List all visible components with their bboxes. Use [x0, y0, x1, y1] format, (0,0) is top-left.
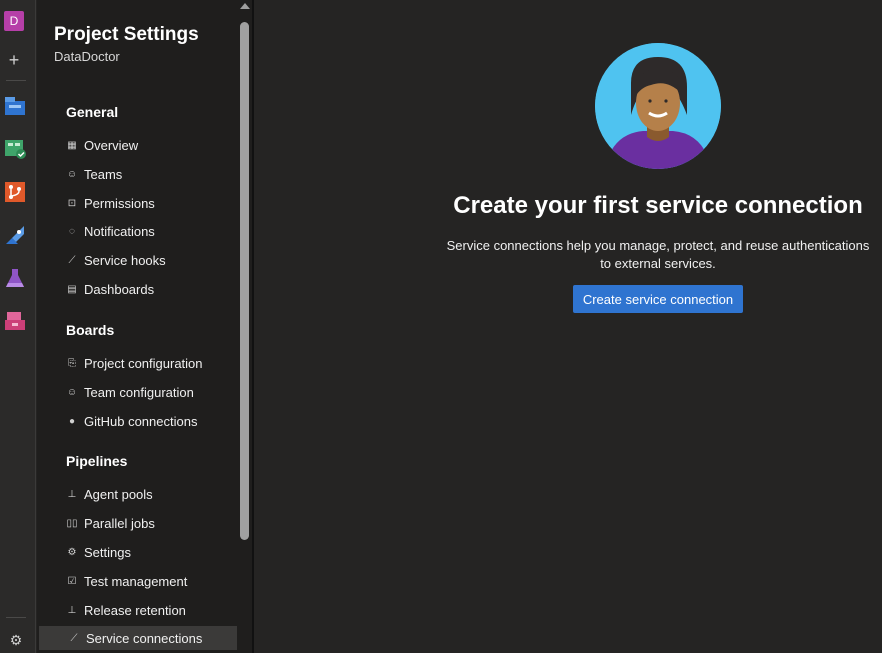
group-heading-general: General — [66, 104, 119, 120]
nav-item-teams[interactable]: ☺ Teams — [37, 162, 237, 186]
org-avatar[interactable]: D — [4, 11, 24, 31]
nav-item-service-hooks[interactable]: ⟋ Service hooks — [37, 248, 237, 272]
settings-gear-icon[interactable]: ⚙ — [5, 629, 27, 651]
group-heading-boards: Boards — [66, 322, 115, 338]
repos-icon[interactable] — [4, 181, 26, 203]
nav-item-dashboards[interactable]: ▤ Dashboards — [37, 277, 237, 301]
nav-item-github-connections[interactable]: ● GitHub connections — [37, 409, 237, 433]
team-config-icon: ☺ — [66, 386, 78, 398]
project-config-icon: ⎘ — [68, 357, 76, 369]
dashboard-icon: ▤ — [67, 283, 77, 295]
gear-icon: ⚙ — [67, 546, 77, 558]
nav-item-test-management[interactable]: ☑ Test management — [37, 569, 237, 593]
nav-item-settings[interactable]: ⚙ Settings — [37, 540, 237, 564]
pipelines-icon[interactable] — [4, 224, 26, 246]
nav-item-project-configuration[interactable]: ⎘ Project configuration — [37, 351, 237, 375]
chat-icon: ◌ — [69, 225, 75, 237]
empty-state-description: Service connections help you manage, pro… — [446, 238, 870, 271]
person-illustration-icon — [595, 43, 721, 169]
nav-item-team-configuration[interactable]: ☺ Team configuration — [37, 380, 237, 404]
nav-item-parallel-jobs[interactable]: ▯▯ Parallel jobs — [37, 511, 237, 535]
nav-item-agent-pools[interactable]: ⊥ Agent pools — [37, 482, 237, 506]
github-icon: ● — [68, 415, 76, 427]
boards-icon[interactable] — [4, 138, 26, 160]
test-plans-icon[interactable] — [4, 267, 26, 289]
nav-item-notifications[interactable]: ◌ Notifications — [37, 219, 237, 243]
app-rail: D + ⚙ — [0, 0, 36, 653]
scrollbar-thumb[interactable] — [240, 22, 249, 540]
scroll-up-arrow-icon[interactable] — [240, 3, 250, 9]
lock-icon: ⊡ — [67, 197, 77, 209]
parallel-jobs-icon: ▯▯ — [66, 517, 78, 529]
overview-grid-icon: ▦ — [67, 139, 77, 151]
teams-icon: ☺ — [66, 168, 78, 180]
overview-icon[interactable] — [4, 95, 26, 117]
panel-title: Project Settings — [54, 24, 199, 45]
plug-icon: ⟋ — [70, 632, 78, 644]
artifacts-icon[interactable] — [4, 310, 26, 332]
nav-item-release-retention[interactable]: ⊥ Release retention — [37, 598, 237, 622]
nav-item-permissions[interactable]: ⊡ Permissions — [37, 191, 237, 215]
new-project-icon[interactable]: + — [3, 49, 25, 71]
retention-icon: ⊥ — [67, 604, 77, 616]
nav-item-service-connections[interactable]: ⟋ Service connections — [37, 626, 237, 650]
create-service-connection-button[interactable]: Create service connection — [573, 285, 743, 313]
nav-item-overview[interactable]: ▦ Overview — [37, 133, 237, 157]
rail-divider — [6, 617, 26, 618]
project-name: DataDoctor — [54, 49, 120, 64]
agent-pool-icon: ⊥ — [67, 488, 77, 500]
panel-divider — [252, 0, 254, 653]
empty-state-title: Create your first service connection — [453, 192, 863, 219]
project-settings-panel: Project Settings DataDoctor General ▦ Ove… — [37, 0, 237, 653]
group-heading-pipelines: Pipelines — [66, 453, 128, 469]
plug-icon: ⟋ — [68, 254, 76, 266]
test-management-icon: ☑ — [67, 575, 77, 587]
nav-scrollbar[interactable] — [237, 0, 253, 653]
rail-divider — [6, 80, 26, 81]
